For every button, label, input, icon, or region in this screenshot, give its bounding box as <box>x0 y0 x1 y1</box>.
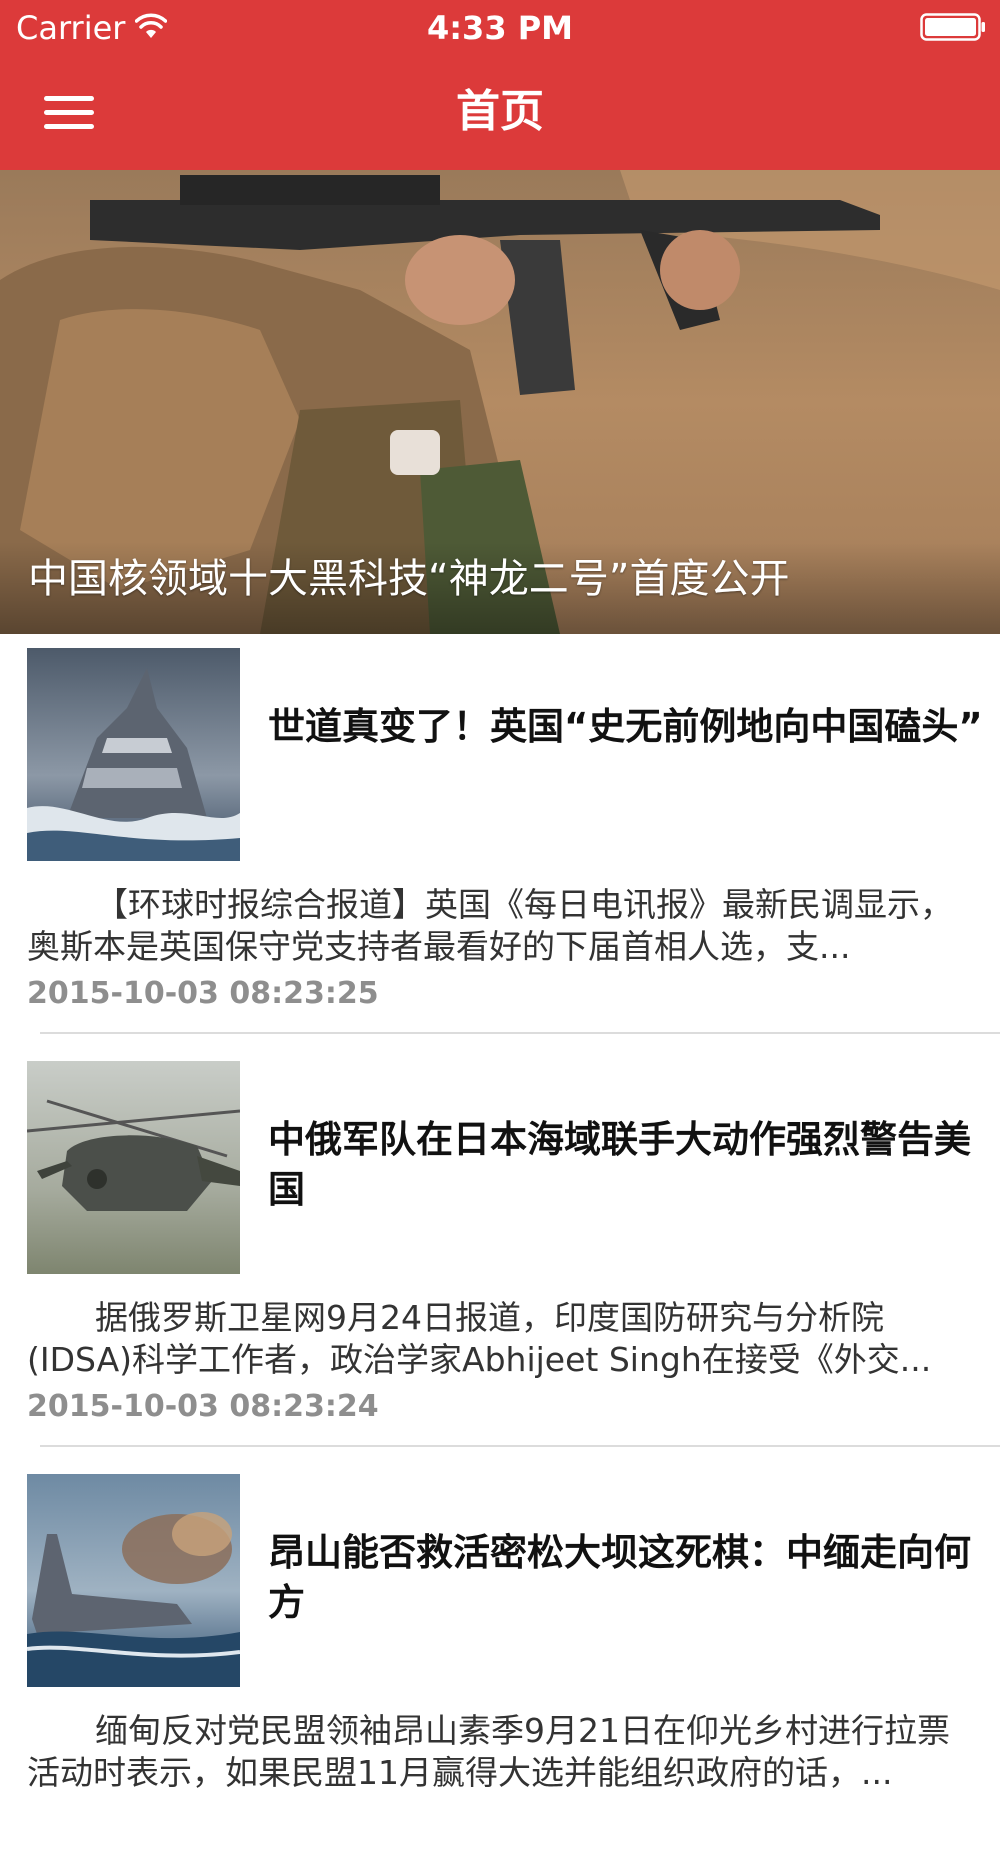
article-summary: 据俄罗斯卫星网9月24日报道，印度国防研究与分析院(IDSA)科学工作者，政治学… <box>27 1298 932 1379</box>
article-thumbnail <box>27 648 240 861</box>
article-title: 世道真变了！英国“史无前例地向中国磕头” <box>268 705 983 748</box>
warship-image <box>27 1474 240 1687</box>
divider <box>40 1032 1000 1034</box>
nav-bar: 首页 <box>0 54 1000 170</box>
article-thumbnail <box>27 1061 240 1274</box>
list-item[interactable]: 昂山能否救活密松大坝这死棋：中缅走向何方 缅甸反对党民盟领袖昂山素季9月21日在… <box>0 1460 1000 1874</box>
article-date: 2015-10-03 08:23:24 <box>27 1389 379 1424</box>
article-summary: 【环球时报综合报道】英国《每日电讯报》最新民调显示，奥斯本是英国保守党支持者最看… <box>27 885 953 966</box>
article-thumbnail <box>27 1474 240 1687</box>
hero-banner[interactable]: 中国核领域十大黑科技“神龙二号”首度公开 <box>0 170 1000 634</box>
divider <box>40 1445 1000 1447</box>
list-item[interactable]: 中俄军队在日本海域联手大动作强烈警告美国 据俄罗斯卫星网9月24日报道，印度国防… <box>0 1047 1000 1461</box>
status-bar: Carrier 4:33 PM <box>0 0 1000 54</box>
article-date: 2015-10-03 08:23:25 <box>27 976 379 1011</box>
status-time: 4:33 PM <box>426 9 574 47</box>
app-header: Carrier 4:33 PM 首页 <box>0 0 1000 170</box>
article-title: 中俄军队在日本海域联手大动作强烈警告美国 <box>268 1118 971 1211</box>
hero-title: 中国核领域十大黑科技“神龙二号”首度公开 <box>28 556 790 602</box>
page-title: 首页 <box>456 86 544 137</box>
helicopter-image <box>27 1061 240 1274</box>
article-title: 昂山能否救活密松大坝这死棋：中缅走向何方 <box>268 1531 971 1624</box>
list-item[interactable]: 世道真变了！英国“史无前例地向中国磕头” 【环球时报综合报道】英国《每日电讯报》… <box>0 634 1000 1048</box>
battery-icon <box>920 13 985 41</box>
battleship-image <box>27 648 240 861</box>
article-summary: 缅甸反对党民盟领袖昂山素季9月21日在仰光乡村进行拉票活动时表示，如果民盟11月… <box>27 1711 950 1792</box>
